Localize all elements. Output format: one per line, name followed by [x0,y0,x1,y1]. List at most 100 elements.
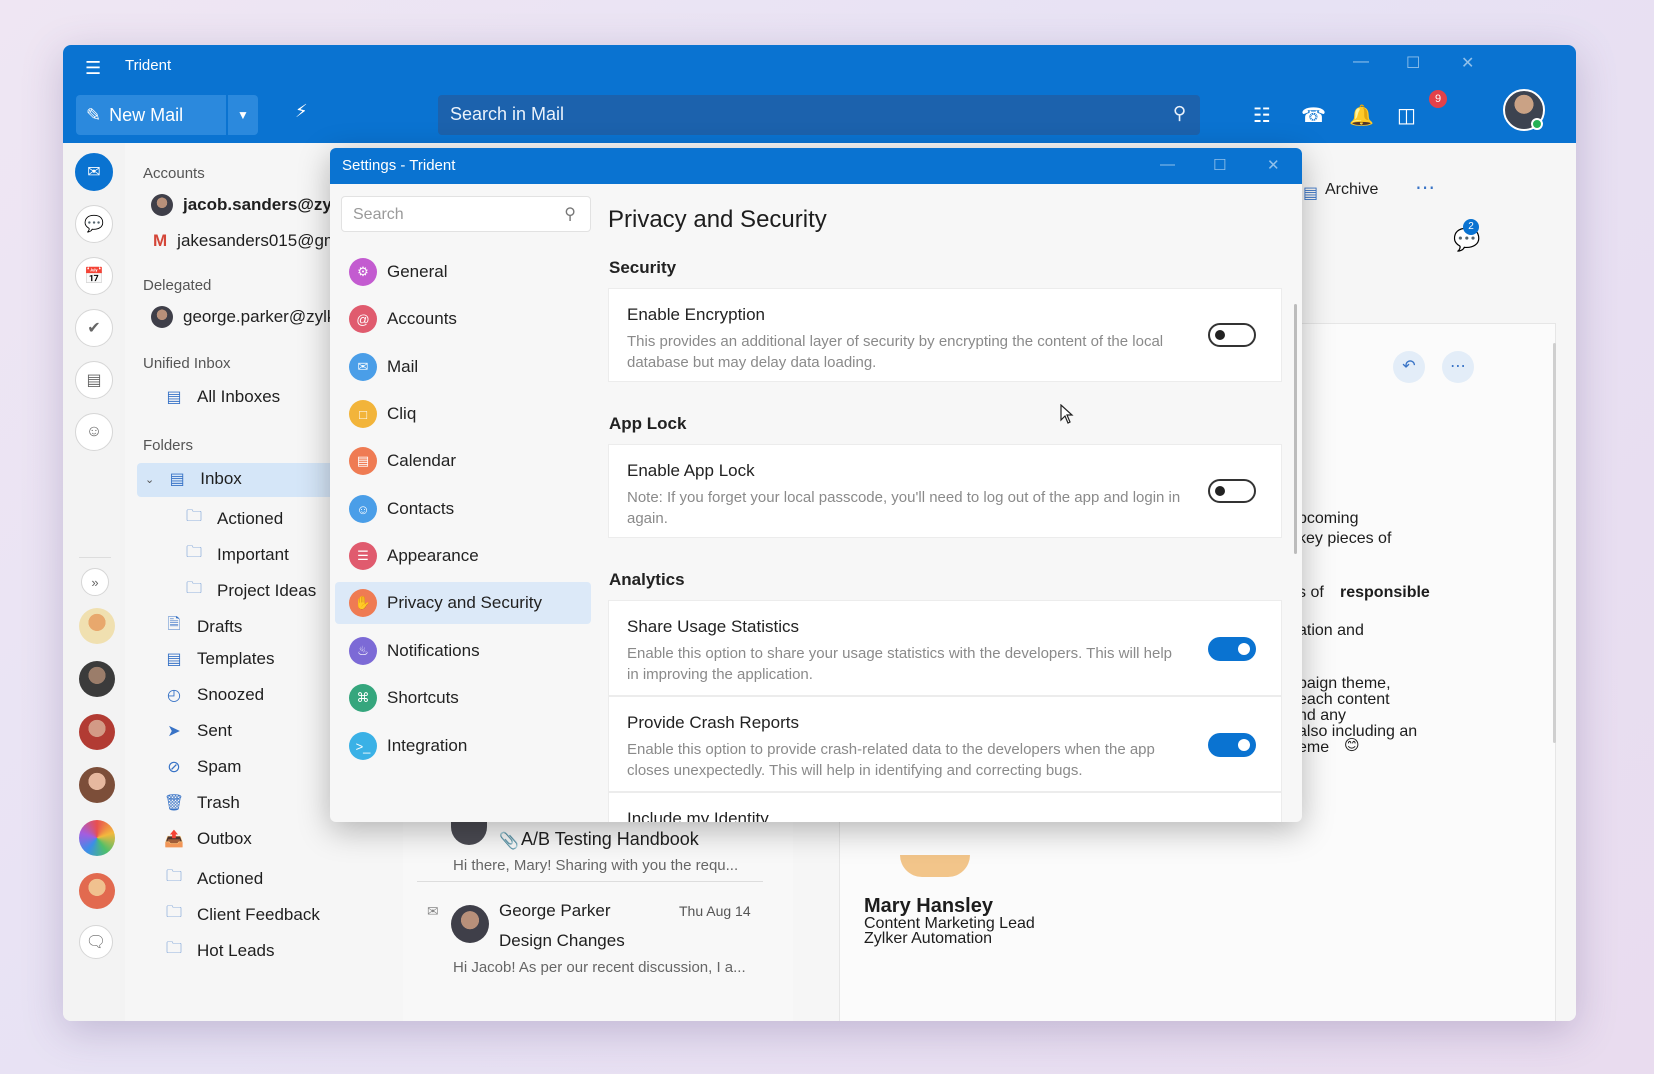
notification-badge: 9 [1429,90,1447,108]
apps-grid-icon[interactable]: ☷ [1253,103,1271,128]
subfolder-item[interactable]: 🗀 Project Ideas [183,577,316,604]
app-rail: ✉ 💬 📅 ✔ ▤ ☺ » 🗨 [63,143,125,1021]
folder-inbox[interactable]: ⌄ ▤ Inbox [145,469,242,489]
chat-app-icon[interactable]: 💬 [75,205,113,243]
option-title: Enable App Lock [627,461,755,480]
search-icon[interactable]: ⚲ [1173,103,1186,124]
folder-snoozed[interactable]: ◴ Snoozed [163,685,264,705]
settings-search-input[interactable]: Search ⚲ [341,196,591,232]
contact-avatar[interactable] [79,661,115,697]
minimize-icon[interactable]: — [1160,156,1175,173]
folder-client-feedback[interactable]: 🗀 Client Feedback [163,901,320,928]
settings-menu-privacy-security[interactable]: ✋ Privacy and Security [335,582,591,624]
crash-reports-toggle[interactable] [1208,733,1256,757]
usage-statistics-toggle[interactable] [1208,637,1256,661]
more-options-icon[interactable]: ⋯ [1442,351,1474,383]
expand-icon[interactable]: » [81,568,109,596]
folder-sent[interactable]: ➤ Sent [163,721,232,741]
reply-icon[interactable]: ↶ [1393,351,1425,383]
close-icon[interactable]: ✕ [1461,53,1474,73]
settings-menu-general[interactable]: ⚙ General [335,251,591,293]
folder-label: Sent [197,721,232,740]
settings-menu-mail[interactable]: ✉ Mail [335,346,591,388]
contact-avatar[interactable] [79,767,115,803]
folder-spam[interactable]: ⊘ Spam [163,757,241,777]
side-panel-icon[interactable]: ◫ [1397,103,1416,128]
archive-button[interactable]: Archive [1325,181,1378,199]
folder-templates[interactable]: ▤ Templates [163,649,274,669]
settings-menu-accounts[interactable]: @ Accounts [335,298,591,340]
mail-subject[interactable]: Design Changes [499,931,625,951]
folder-actioned[interactable]: 🗀 Actioned [163,865,263,892]
mail-sender[interactable]: George Parker [499,901,611,921]
subfolder-item[interactable]: 🗀 Important [183,541,289,568]
folder-label: Project Ideas [217,580,317,600]
mail-app-icon[interactable]: ✉ [75,153,113,191]
folder-label: Inbox [200,469,242,488]
bell-icon[interactable]: 🔔 [1349,103,1374,128]
settings-dialog: Settings - Trident — ☐ ✕ Search ⚲ ⚙ Gene… [330,148,1302,822]
folder-label: Drafts [197,616,243,636]
folder-icon: 🗀 [165,904,182,921]
folder-trash[interactable]: 🗑 Trash [163,793,240,813]
phone-icon[interactable]: ☎ [1301,103,1326,128]
mail-date: Thu Aug 14 [679,903,751,919]
settings-menu-label: Calendar [387,451,456,470]
settings-menu-integration[interactable]: >_ Integration [335,725,591,767]
body-fragment: key pieces of [1298,530,1392,547]
maximize-icon[interactable]: ☐ [1406,53,1420,73]
settings-menu-label: Notifications [387,641,480,660]
contacts-app-icon[interactable]: ☺ [75,413,113,451]
settings-scrollbar[interactable] [1294,304,1297,554]
trash-icon: 🗑 [163,795,185,812]
group-avatar[interactable] [79,873,115,909]
folder-outbox[interactable]: 📤 Outbox [163,829,252,849]
chat-bubble-icon[interactable]: 🗨 [79,925,113,959]
settings-window-title: Settings - Trident [342,157,456,174]
settings-menu-notifications[interactable]: ♨ Notifications [335,630,591,672]
encryption-toggle[interactable] [1208,323,1256,347]
compose-icon: ✎ [86,104,102,125]
minimize-icon[interactable]: — [1353,53,1369,71]
option-include-identity: Include my Identity [608,792,1282,822]
contact-avatar[interactable] [79,608,115,644]
lightning-icon[interactable]: ⚡ [295,101,308,122]
settings-menu-shortcuts[interactable]: ⌘ Shortcuts [335,677,591,719]
settings-menu-contacts[interactable]: ☺ Contacts [335,488,591,530]
settings-menu-calendar[interactable]: ▤ Calendar [335,440,591,482]
calendar-app-icon[interactable]: 📅 [75,257,113,295]
maximize-icon[interactable]: ☐ [1213,156,1226,174]
new-mail-button[interactable]: ✎ New Mail [76,95,226,135]
settings-menu-cliq[interactable]: □ Cliq [335,393,591,435]
contact-avatar[interactable] [79,714,115,750]
folder-hot-leads[interactable]: 🗀 Hot Leads [163,937,275,964]
folder-drafts[interactable]: 🗎 Drafts [163,613,243,640]
settings-search-placeholder: Search [353,206,404,223]
section-app-lock: App Lock [609,414,687,433]
search-icon[interactable]: ⚲ [564,204,576,224]
subfolder-item[interactable]: 🗀 Actioned [183,505,283,532]
hand-icon: ✋ [349,589,377,617]
inbox-icon: ▤ [169,471,185,488]
more-options-icon[interactable]: ⋯ [1415,175,1435,200]
option-description: Enable this option to provide crash-rela… [627,741,1155,779]
signature-logo [900,855,970,877]
all-inboxes-item[interactable]: ▤ All Inboxes [163,387,280,407]
mail-preview: Hi Jacob! As per our recent discussion, … [453,959,746,976]
account-avatar [151,194,173,216]
new-mail-dropdown[interactable]: ▼ [228,95,258,135]
notes-app-icon[interactable]: ▤ [75,361,113,399]
search-input[interactable]: Search in Mail ⚲ [438,95,1200,135]
scrollbar[interactable] [1553,343,1556,743]
chevron-down-icon[interactable]: ⌄ [145,473,154,486]
close-icon[interactable]: ✕ [1267,156,1280,174]
mail-subject[interactable]: A/B Testing Handbook [521,829,699,850]
settings-menu-appearance[interactable]: ☰ Appearance [335,535,591,577]
mail-preview: Hi there, Mary! Sharing with you the req… [453,857,739,874]
search-placeholder: Search in Mail [450,104,565,124]
group-avatar[interactable] [79,820,115,856]
tasks-app-icon[interactable]: ✔ [75,309,113,347]
terminal-icon: >_ [349,732,377,760]
app-lock-toggle[interactable] [1208,479,1256,503]
hamburger-icon[interactable]: ☰ [85,58,101,79]
